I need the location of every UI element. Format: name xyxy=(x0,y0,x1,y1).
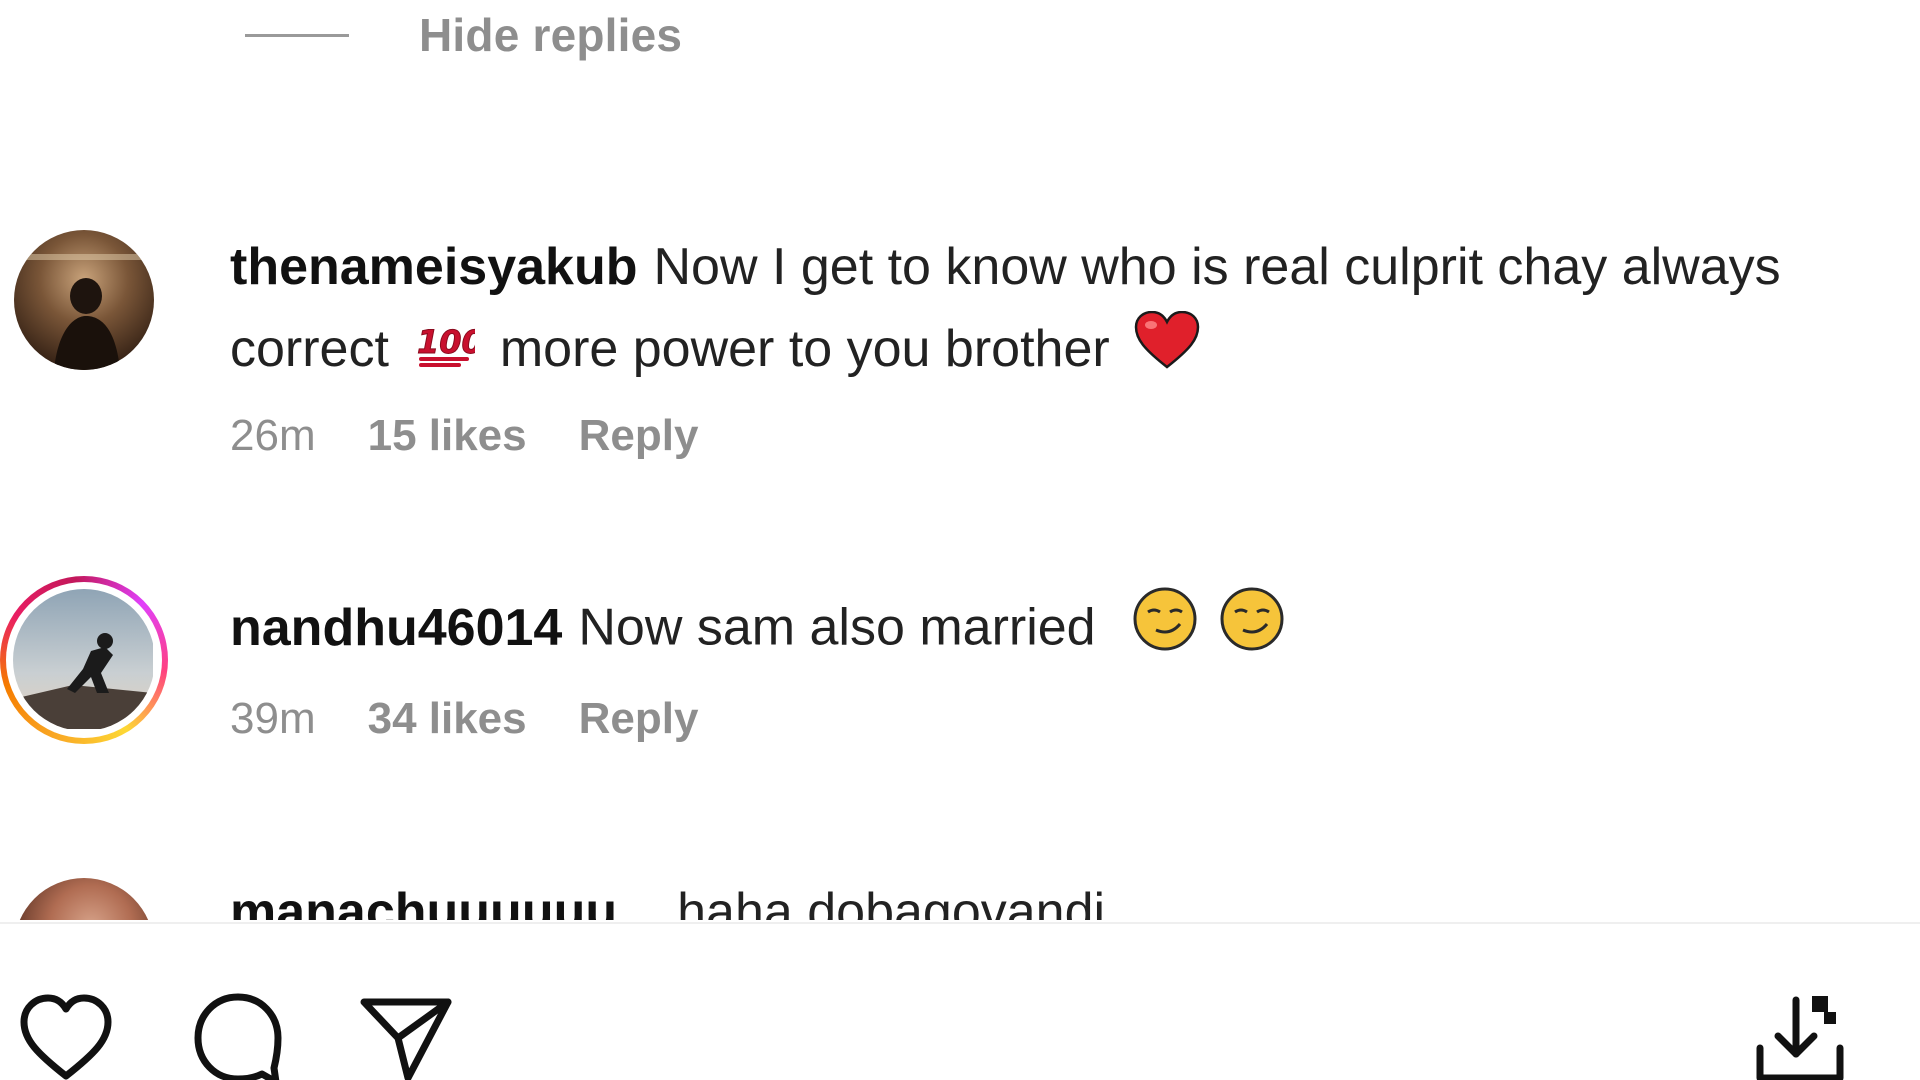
comment-time: 39m xyxy=(230,694,316,743)
hide-replies-button[interactable]: Hide replies xyxy=(245,8,682,62)
comment-text: nandhu46014 Now sam also married xyxy=(230,586,1810,676)
story-ring-inner xyxy=(6,582,162,738)
comment-username[interactable]: nandhu46014 xyxy=(230,599,562,657)
comment-meta: 26m 15 likes Reply xyxy=(230,411,1810,461)
comment-time: 26m xyxy=(230,411,316,461)
comment-username[interactable]: thenameisyakub xyxy=(230,238,638,296)
hundred-points-emoji: 100 xyxy=(413,311,485,393)
comment-text-content: Now sam also married xyxy=(578,598,1096,657)
share-icon[interactable] xyxy=(356,988,456,1080)
comment-text-part2: more power to you brother xyxy=(499,320,1110,378)
comment-text: thenameisyakub Now I get to know who is r… xyxy=(230,226,1810,393)
hide-replies-label: Hide replies xyxy=(419,9,683,61)
avatar[interactable] xyxy=(14,878,154,920)
comment-username[interactable]: manachuuuuuu xyxy=(230,883,617,920)
story-ring-avatar[interactable] xyxy=(0,576,168,744)
reply-button[interactable]: Reply xyxy=(579,694,699,744)
avatar[interactable] xyxy=(14,230,154,370)
save-download-icon[interactable] xyxy=(1750,988,1850,1080)
comment-body: thenameisyakub Now I get to know who is r… xyxy=(230,226,1810,461)
comment-icon[interactable] xyxy=(188,988,288,1080)
comment-likes[interactable]: 15 likes xyxy=(368,411,527,461)
replies-divider-line xyxy=(245,33,349,37)
comment-item-clipped: manachuuuuuu haha dobagovandi xyxy=(0,860,1920,920)
comment-meta: 39m 34 likes Reply xyxy=(230,694,1810,744)
svg-text:100: 100 xyxy=(417,323,475,361)
avatar xyxy=(13,589,155,731)
post-action-bar xyxy=(0,922,1920,1080)
heart-icon[interactable] xyxy=(16,988,116,1080)
comments-screen: Hide replies thenameisyakub Now I get to… xyxy=(0,0,1920,1080)
comment-text-content: haha dobagovandi xyxy=(677,883,1106,920)
smirking-face-emoji xyxy=(1219,586,1285,676)
red-heart-emoji xyxy=(1134,311,1200,393)
smirking-face-emoji xyxy=(1132,586,1198,676)
comment-likes[interactable]: 34 likes xyxy=(368,694,527,744)
reply-button[interactable]: Reply xyxy=(579,411,699,461)
comment-text: manachuuuuuu haha dobagovandi xyxy=(230,882,1105,920)
comment-body: nandhu46014 Now sam also married 39m 34 … xyxy=(230,586,1810,744)
